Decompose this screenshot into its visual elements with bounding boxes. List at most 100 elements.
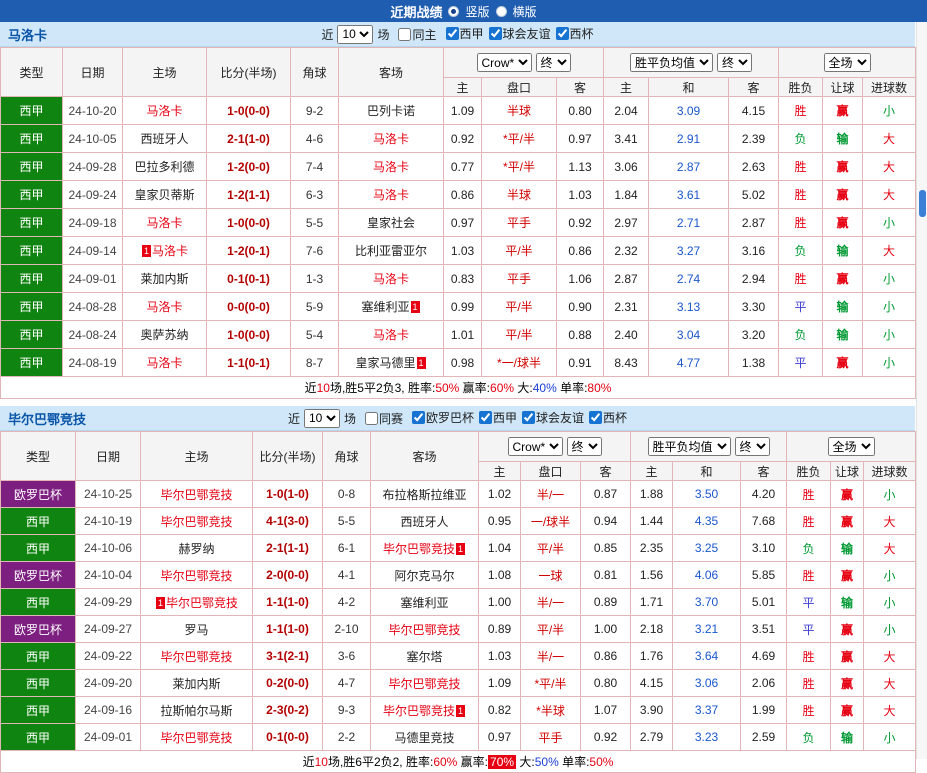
- radio-horizontal-label[interactable]: 横版: [513, 3, 537, 20]
- subheader-asia-away: 客: [579, 461, 632, 481]
- league-filter-checkbox[interactable]: [445, 27, 459, 40]
- scope-select[interactable]: 全场: [823, 53, 871, 72]
- asia-final-select[interactable]: 终: [566, 437, 602, 456]
- radio-vertical[interactable]: [448, 5, 460, 17]
- bookmaker-select[interactable]: Crow*: [507, 437, 563, 456]
- team-name-text: 毕尔巴鄂竞技: [160, 487, 233, 502]
- team-name-text: 马洛卡: [146, 300, 183, 314]
- team-name-text: 马洛卡: [372, 160, 409, 174]
- matches-tbody-1: 欧罗巴杯 24-10-25 毕尔巴鄂竞技 1-0(1-0) 0-8 布拉格斯拉维亚 1.02…: [0, 480, 917, 751]
- col-header-home: 主场: [122, 47, 207, 97]
- away-team-cell: 毕尔巴鄂竞技 1: [370, 696, 479, 724]
- league-filter-label: 球会友谊: [502, 27, 551, 41]
- radio-vertical-label[interactable]: 竖版: [465, 3, 489, 20]
- same-checkbox[interactable]: [398, 27, 412, 41]
- radio-horizontal[interactable]: [495, 5, 507, 17]
- league-type-cell: 西甲: [0, 236, 63, 265]
- home-team-cell: 1 马洛卡: [122, 236, 207, 265]
- match-row: 西甲 24-08-19 马洛卡 1-1(0-1) 8-7 皇家马德里 1 0.98 *一/球半 0…: [0, 348, 917, 377]
- league-filter[interactable]: 西甲: [479, 409, 517, 426]
- date-cell: 24-10-20: [62, 96, 123, 125]
- team-name-text: 毕尔巴鄂竞技: [160, 649, 233, 664]
- league-filter-checkbox[interactable]: [522, 411, 536, 424]
- asia-handicap-cell: 半球: [481, 180, 557, 209]
- summary-segment: 60%: [433, 755, 458, 769]
- handicap-result-cell: 赢: [830, 615, 865, 643]
- recent-count-select[interactable]: 10: [337, 24, 374, 44]
- subheader-euro-home: 主: [603, 77, 650, 97]
- asia-away-odds-cell: 0.94: [579, 507, 632, 535]
- away-team-cell: 塞维利亚 1: [338, 292, 444, 321]
- home-team-cell: 皇家贝蒂斯: [122, 180, 207, 209]
- europe-avg-select[interactable]: 胜平负均值: [630, 53, 714, 72]
- league-filter[interactable]: 欧罗巴杯: [411, 409, 474, 426]
- asia-home-odds-cell: 0.83: [443, 264, 482, 293]
- home-team-cell: 1 毕尔巴鄂竞技: [140, 588, 253, 616]
- europe-avg-select[interactable]: 胜平负均值: [647, 437, 731, 456]
- score-cell: 2-1(1-0): [206, 124, 291, 153]
- asia-away-odds-cell: 1.00: [579, 615, 632, 643]
- asia-home-odds-cell: 1.03: [478, 642, 521, 670]
- goals-cell: 大: [863, 642, 917, 670]
- result-cell: 胜: [786, 561, 832, 589]
- euro-draw-odds-cell: 3.13: [648, 292, 730, 321]
- europe-final-select[interactable]: 终: [734, 437, 770, 456]
- same-filter[interactable]: 同赛: [364, 410, 403, 427]
- league-filter-checkbox[interactable]: [555, 27, 569, 40]
- score-cell: 1-2(0-0): [206, 152, 291, 181]
- summary-segment: 近: [304, 381, 317, 395]
- home-team-cell: 罗马: [140, 615, 253, 643]
- handicap-result-cell: 赢: [830, 507, 865, 535]
- scope-select[interactable]: 全场: [827, 437, 875, 456]
- euro-draw-odds-cell: 4.35: [672, 507, 742, 535]
- euro-home-odds-cell: 2.79: [630, 723, 674, 751]
- corners-cell: 4-6: [290, 124, 339, 153]
- date-cell: 24-09-28: [62, 152, 123, 181]
- goals-cell: 大: [863, 696, 917, 724]
- asia-final-select[interactable]: 终: [535, 53, 571, 72]
- date-cell: 24-09-24: [62, 180, 123, 209]
- asia-handicap-cell: *平/半: [481, 124, 557, 153]
- asia-handicap-cell: *平/半: [520, 669, 581, 697]
- same-filter[interactable]: 同主: [398, 26, 437, 43]
- home-team-cell: 马洛卡: [122, 96, 207, 125]
- recent-count-select[interactable]: 10: [303, 408, 340, 428]
- league-filter-checkbox[interactable]: [488, 27, 502, 40]
- league-filter[interactable]: 西杯: [555, 25, 594, 42]
- handicap-result-cell: 赢: [822, 180, 864, 209]
- bookmaker-select[interactable]: Crow*: [476, 53, 532, 72]
- scrollbar-track[interactable]: [916, 22, 927, 759]
- summary-segment: 场,胜5平2负3, 胜率:: [329, 381, 436, 395]
- league-filter[interactable]: 球会友谊: [522, 409, 584, 426]
- result-cell: 胜: [778, 152, 824, 181]
- euro-away-odds-cell: 4.69: [740, 642, 788, 670]
- asia-away-odds-cell: 0.85: [579, 534, 632, 562]
- europe-final-select[interactable]: 终: [717, 53, 753, 72]
- goals-cell: 大: [862, 180, 917, 209]
- subheader-euro-away: 客: [740, 461, 788, 481]
- league-filter-checkbox[interactable]: [479, 411, 492, 424]
- euro-home-odds-cell: 2.32: [603, 236, 650, 265]
- match-row: 西甲 24-09-28 巴拉多利德 1-2(0-0) 7-4 马洛卡 0.77 *平/半 1.1…: [0, 152, 917, 181]
- date-cell: 24-10-04: [75, 561, 141, 589]
- corners-cell: 8-7: [290, 348, 339, 377]
- league-filter[interactable]: 球会友谊: [488, 25, 551, 42]
- summary-segment: 场,胜6平2负2, 胜率:: [327, 755, 434, 769]
- scrollbar-thumb[interactable]: [919, 190, 926, 217]
- team-name-text: 皇家贝蒂斯: [134, 188, 195, 202]
- same-checkbox[interactable]: [364, 411, 378, 425]
- summary-segment: 大:: [514, 381, 533, 395]
- league-filter-checkbox[interactable]: [589, 411, 603, 424]
- team-name-text: 布拉格斯拉维亚: [382, 487, 467, 502]
- handicap-result-cell: 赢: [830, 669, 865, 697]
- league-filter[interactable]: 西甲: [445, 25, 484, 42]
- handicap-result-cell: 赢: [822, 208, 864, 237]
- date-cell: 24-08-28: [62, 292, 123, 321]
- asia-away-odds-cell: 0.86: [555, 236, 605, 265]
- league-filter[interactable]: 西杯: [589, 409, 627, 426]
- handicap-result-cell: 赢: [830, 480, 865, 508]
- handicap-result-cell: 输: [830, 534, 865, 562]
- league-filter-checkbox[interactable]: [411, 411, 425, 424]
- summary-segment: 50%: [435, 381, 460, 395]
- away-team-cell: 毕尔巴鄂竞技: [370, 615, 479, 643]
